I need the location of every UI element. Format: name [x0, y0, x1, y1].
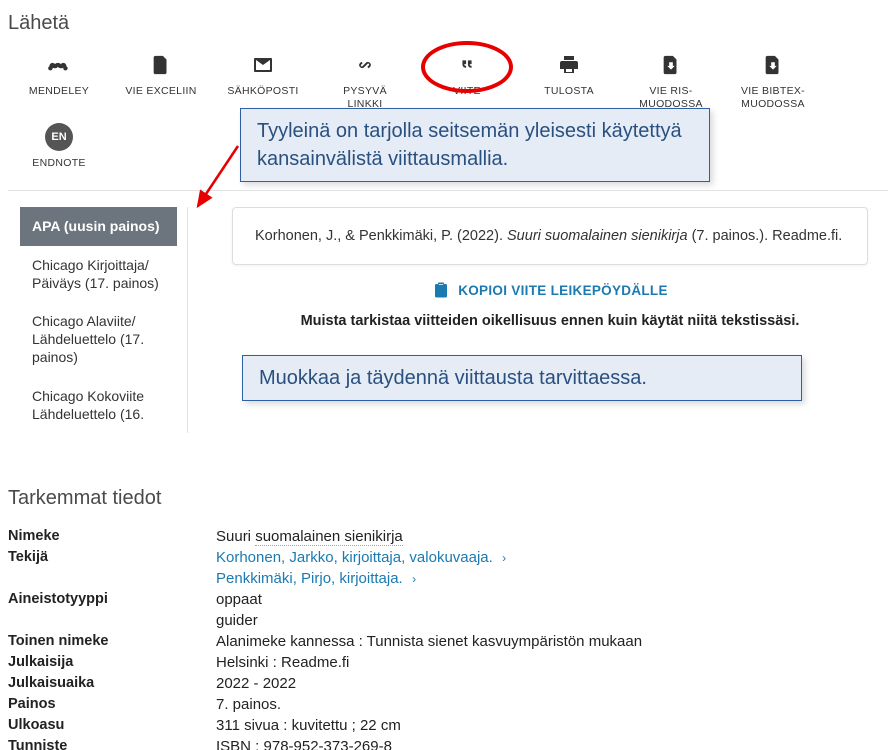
action-mendeley[interactable]: MENDELEY	[8, 49, 110, 113]
copy-citation-label: KOPIOI VIITE LEIKEPÖYDÄLLE	[458, 283, 668, 298]
annotation-callout-styles: Tyyleinä on tarjolla seitsemän yleisesti…	[240, 108, 710, 182]
action-ris[interactable]: VIE RIS- MUODOSSA	[620, 49, 722, 113]
style-apa[interactable]: APA (uusin painos)	[20, 207, 177, 245]
file-download-icon	[759, 51, 787, 79]
action-email[interactable]: SÄHKÖPOSTI	[212, 49, 314, 113]
detail-title-pre: Suuri	[216, 528, 255, 545]
citation-pre: Korhonen, J., & Penkkimäki, P. (2022).	[255, 228, 507, 244]
action-bibtex[interactable]: VIE BIBTEX- MUODOSSA	[722, 49, 824, 113]
detail-label-tekija: Tekijä	[8, 549, 216, 566]
detail-value-toinen: Alanimeke kannessa : Tunnista sienet kas…	[216, 633, 888, 650]
email-icon	[249, 51, 277, 79]
quote-icon	[453, 51, 481, 79]
file-download-icon	[657, 51, 685, 79]
action-excel[interactable]: VIE EXCELIIN	[110, 49, 212, 113]
detail-label-tunniste: Tunniste	[8, 738, 216, 748]
action-label: SÄHKÖPOSTI	[227, 85, 298, 98]
action-label: MENDELEY	[29, 85, 89, 98]
detail-value-julkaisuaika: 2022 - 2022	[216, 675, 888, 692]
citation-reminder: Muista tarkistaa viitteiden oikellisuus …	[301, 313, 800, 329]
citation-area: APA (uusin painos) Chicago Kirjoittaja/ …	[8, 190, 888, 433]
detail-label-toinen-nimeke: Toinen nimeke	[8, 633, 216, 650]
style-chicago-footnote[interactable]: Chicago Alaviite/ Lähdeluettelo (17. pai…	[20, 302, 177, 377]
action-label: VIITE	[453, 85, 481, 98]
copy-citation-button[interactable]: KOPIOI VIITE LEIKEPÖYDÄLLE	[432, 281, 668, 299]
detail-value-author2[interactable]: Penkkimäki, Pirjo, kirjoittaja. ›	[216, 570, 888, 587]
file-export-icon	[147, 51, 175, 79]
print-icon	[555, 51, 583, 79]
link-icon	[351, 51, 379, 79]
details-section: Tarkemmat tiedot Nimeke Suuri suomalaine…	[8, 487, 888, 750]
detail-label-nimeke: Nimeke	[8, 528, 216, 545]
detail-value-julkaisija: Helsinki : Readme.fi	[216, 654, 888, 671]
clipboard-icon	[432, 281, 450, 299]
annotation-callout-edit: Muokkaa ja täydennä viittausta tarvittae…	[242, 355, 802, 401]
citation-post: (7. painos.). Readme.fi.	[688, 228, 843, 244]
detail-value-ulkoasu: 311 sivua : kuvitettu ; 22 cm	[216, 717, 888, 734]
action-label: VIE BIBTEX- MUODOSSA	[741, 85, 805, 111]
citation-text: Korhonen, J., & Penkkimäki, P. (2022). S…	[232, 207, 868, 265]
action-label: ENDNOTE	[32, 157, 85, 170]
detail-label-julkaisuaika: Julkaisuaika	[8, 675, 216, 692]
action-print[interactable]: TULOSTA	[518, 49, 620, 113]
detail-value-author1[interactable]: Korhonen, Jarkko, kirjoittaja, valokuvaa…	[216, 549, 888, 566]
detail-value-nimeke: Suuri suomalainen sienikirja	[216, 528, 888, 545]
endnote-icon: EN	[45, 123, 73, 151]
author2-text: Penkkimäki, Pirjo, kirjoittaja.	[216, 570, 403, 587]
mendeley-icon	[45, 51, 73, 79]
send-section-title: Lähetä	[8, 12, 888, 35]
detail-label-empty	[8, 612, 216, 629]
style-chicago-full[interactable]: Chicago Kokoviite Lähdeluettelo (16.	[20, 377, 177, 433]
detail-label-julkaisija: Julkaisija	[8, 654, 216, 671]
detail-value-aineisto1: oppaat	[216, 591, 888, 608]
author1-text: Korhonen, Jarkko, kirjoittaja, valokuvaa…	[216, 549, 493, 566]
detail-value-tunniste: ISBN : 978-952-373-269-8	[216, 738, 888, 748]
detail-label-ulkoasu: Ulkoasu	[8, 717, 216, 734]
action-label: TULOSTA	[544, 85, 594, 98]
action-label: VIE EXCELIIN	[125, 85, 196, 98]
action-endnote[interactable]: EN ENDNOTE	[8, 121, 110, 172]
detail-value-painos: 7. painos.	[216, 696, 888, 713]
action-cite[interactable]: VIITE	[416, 49, 518, 113]
detail-label-painos: Painos	[8, 696, 216, 713]
details-title: Tarkemmat tiedot	[8, 487, 888, 510]
style-chicago-author-date[interactable]: Chicago Kirjoittaja/ Päiväys (17. painos…	[20, 246, 177, 302]
citation-style-list: APA (uusin painos) Chicago Kirjoittaja/ …	[8, 207, 188, 433]
detail-title-highlight: suomalainen sienikirja	[255, 528, 403, 546]
detail-label-aineistotyyppi: Aineistotyyppi	[8, 591, 216, 608]
action-permalink[interactable]: PYSYVÄ LINKKI	[314, 49, 416, 113]
detail-value-aineisto2: guider	[216, 612, 888, 629]
detail-label-empty	[8, 570, 216, 587]
chevron-right-icon: ›	[409, 572, 416, 586]
chevron-right-icon: ›	[499, 551, 506, 565]
citation-title: Suuri suomalainen sienikirja	[507, 228, 688, 244]
